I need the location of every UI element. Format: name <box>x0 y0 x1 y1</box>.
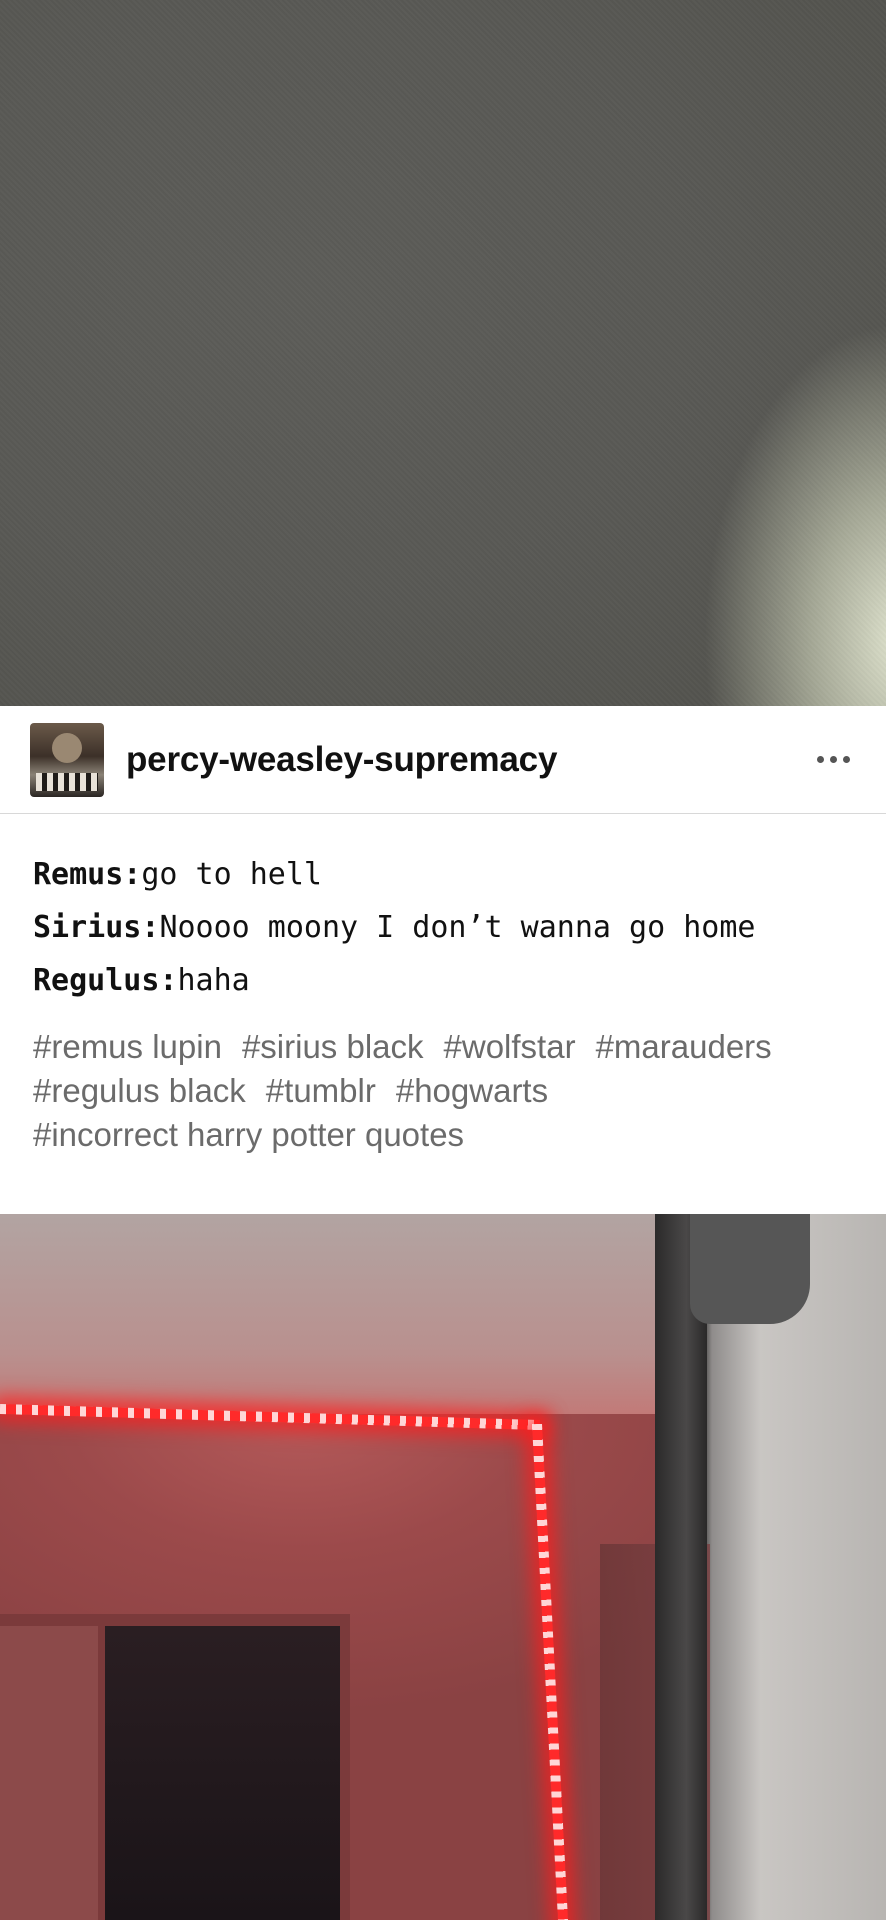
post-tags: #remus lupin #sirius black #wolfstar #ma… <box>0 1007 886 1157</box>
chat-transcript: Remus:go to hell Sirius:Noooo moony I do… <box>0 814 886 1007</box>
chat-text: Noooo moony I don’t wanna go home <box>159 910 756 945</box>
tag-link[interactable]: #remus lupin <box>33 1025 222 1069</box>
tag-link[interactable]: #wolfstar <box>444 1025 576 1069</box>
tag-link[interactable]: #marauders <box>596 1025 772 1069</box>
bottom-photo <box>0 1214 886 1920</box>
post-header: percy-weasley-supremacy <box>0 706 886 814</box>
chat-speaker: Remus: <box>33 857 142 892</box>
chat-text: go to hell <box>141 857 322 892</box>
chat-speaker: Regulus: <box>33 963 178 998</box>
tag-link[interactable]: #regulus black <box>33 1069 246 1113</box>
tag-link[interactable]: #hogwarts <box>396 1069 548 1113</box>
chat-text: haha <box>177 963 250 998</box>
tag-link[interactable]: #tumblr <box>266 1069 376 1113</box>
chat-speaker: Sirius: <box>33 910 160 945</box>
avatar[interactable] <box>30 722 104 797</box>
chat-line: Sirius:Noooo moony I don’t wanna go home <box>33 901 854 954</box>
chat-line: Regulus:haha <box>33 954 854 1007</box>
tag-link[interactable]: #sirius black <box>242 1025 424 1069</box>
chat-line: Remus:go to hell <box>33 848 854 901</box>
more-horizontal-icon[interactable] <box>811 746 856 773</box>
tag-link[interactable]: #incorrect harry potter quotes <box>33 1113 464 1157</box>
post-username[interactable]: percy-weasley-supremacy <box>126 740 811 780</box>
tumblr-post-card: percy-weasley-supremacy Remus:go to hell… <box>0 706 886 1214</box>
top-photo <box>0 0 886 706</box>
